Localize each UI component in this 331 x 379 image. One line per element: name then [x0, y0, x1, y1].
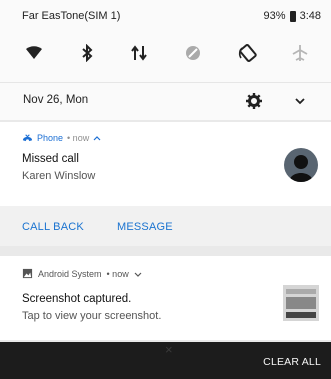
do-not-disturb-icon[interactable] — [180, 40, 206, 66]
battery-percent: 93% — [263, 10, 286, 22]
notification-time: • now — [106, 268, 129, 279]
message-button[interactable]: MESSAGE — [117, 221, 173, 233]
clear-all-button[interactable]: CLEAR ALL — [263, 356, 321, 368]
phone-icon — [22, 134, 33, 142]
screenshot-thumbnail[interactable] — [283, 285, 319, 321]
gear-icon[interactable] — [244, 91, 264, 111]
avatar — [284, 148, 318, 182]
status-right: 93% 3:48 — [264, 10, 321, 22]
notification-header: Phone • now — [22, 132, 101, 143]
notification-app-name: Android System — [38, 268, 102, 279]
screenshot-notification[interactable]: Android System • now Screenshot captured… — [0, 256, 331, 340]
notification-app-name: Phone — [37, 132, 64, 143]
image-icon — [22, 268, 33, 279]
wifi-icon[interactable] — [21, 40, 47, 66]
close-icon: × — [165, 342, 173, 357]
chevron-down-icon[interactable] — [290, 91, 310, 111]
carrier-label: Far EasTone(SIM 1) — [22, 10, 121, 22]
date-label: Nov 26, Mon — [23, 94, 89, 106]
chevron-up-icon[interactable] — [93, 134, 101, 142]
notification-title: Missed call — [22, 153, 79, 165]
notification-text: Karen Winslow — [22, 170, 96, 182]
quick-settings-row — [0, 34, 331, 74]
bottom-bar: × CLEAR ALL — [0, 342, 331, 379]
clock: 3:48 — [299, 10, 321, 22]
notification-text: Tap to view your screenshot. — [22, 310, 162, 322]
bluetooth-icon[interactable] — [74, 40, 100, 66]
battery-icon — [289, 10, 296, 22]
auto-rotate-icon[interactable] — [235, 40, 261, 66]
call-back-button[interactable]: CALL BACK — [22, 221, 84, 233]
date-row: Nov 26, Mon — [0, 82, 331, 119]
status-bar: Far EasTone(SIM 1) 93% 3:48 — [0, 0, 331, 28]
notification-actions: CALL BACK MESSAGE — [0, 206, 331, 246]
mobile-data-icon[interactable] — [126, 40, 152, 66]
airplane-mode-icon[interactable] — [287, 40, 313, 66]
notification-title: Screenshot captured. — [22, 293, 132, 305]
missed-call-notification[interactable]: Phone • now Missed call Karen Winslow CA… — [0, 122, 331, 246]
notification-time: • now — [67, 132, 90, 143]
chevron-down-icon[interactable] — [134, 270, 142, 278]
notification-header: Android System • now — [22, 268, 142, 279]
